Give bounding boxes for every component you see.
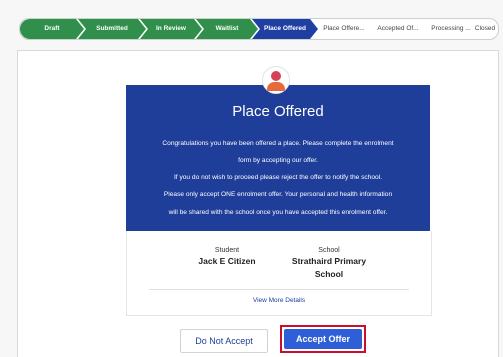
person-avatar-icon bbox=[262, 66, 290, 94]
step-submitted: Submitted bbox=[78, 19, 146, 39]
details-divider bbox=[149, 289, 409, 290]
student-label: Student bbox=[214, 247, 240, 254]
view-more-details-link[interactable]: View More Details bbox=[127, 297, 431, 304]
progress-stepper: Draft Submitted In Review Waitlist Place… bbox=[19, 18, 499, 40]
step-processing: Processing ... bbox=[431, 25, 471, 32]
step-waitlist: Waitlist bbox=[196, 19, 258, 39]
step-accepted-offer: Accepted Of... bbox=[377, 25, 419, 32]
offer-details: Student Jack E Citizen School Strathaird… bbox=[126, 231, 432, 316]
school-value-line2: School bbox=[314, 269, 344, 279]
step-closed: Closed bbox=[474, 25, 496, 32]
offer-card: Place Offered Congratulations you have b… bbox=[126, 85, 430, 231]
offer-message-line: will be shared with the school once you … bbox=[168, 209, 388, 216]
step-draft: Draft bbox=[20, 19, 84, 39]
offer-message-line: Congratulations you have been offered a … bbox=[162, 140, 394, 147]
offer-message-line: If you do not wish to proceed please rej… bbox=[173, 174, 383, 181]
step-place-offered-accepted: Place Offere... bbox=[323, 25, 365, 32]
student-value: Jack E Citizen bbox=[198, 256, 256, 266]
step-place-offered: Place Offered bbox=[252, 19, 318, 39]
avatar-body bbox=[267, 82, 285, 91]
school-value: Strathaird Primary School bbox=[279, 255, 379, 281]
step-in-review: In Review bbox=[140, 19, 202, 39]
offer-title: Place Offered bbox=[232, 103, 324, 120]
school-value-line1: Strathaird Primary bbox=[291, 256, 367, 266]
accept-offer-button[interactable]: Accept Offer bbox=[284, 329, 362, 349]
avatar-head bbox=[271, 71, 281, 81]
do-not-accept-button[interactable]: Do Not Accept bbox=[180, 329, 268, 353]
offer-message-line: form by accepting our offer. bbox=[238, 157, 318, 164]
offer-message-line: Please only accept ONE enrolment offer. … bbox=[163, 191, 393, 198]
school-label: School bbox=[318, 247, 340, 254]
